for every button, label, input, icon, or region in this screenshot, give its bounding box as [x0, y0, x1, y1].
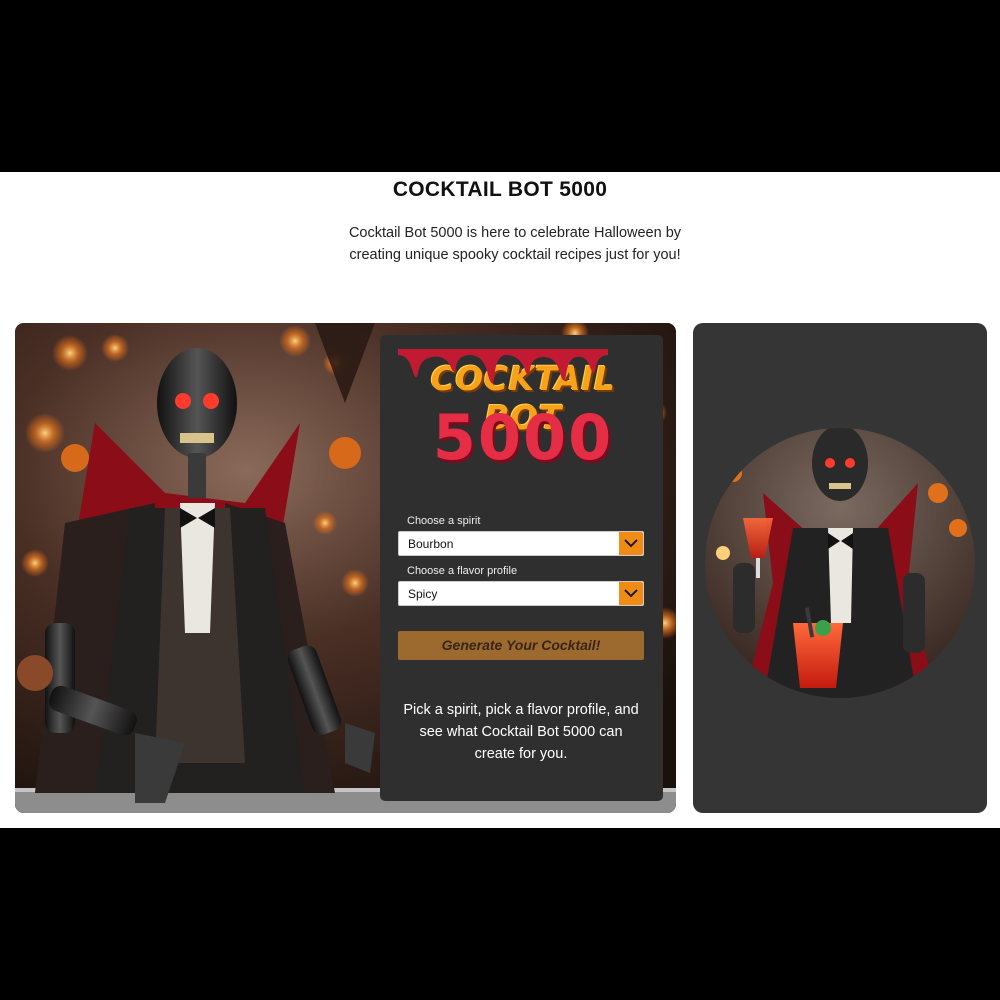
generate-cocktail-button[interactable]: Generate Your Cocktail!	[398, 631, 644, 660]
spirit-select-value: Bourbon	[408, 537, 454, 551]
logo-number: 5000	[432, 401, 614, 474]
flavor-label: Choose a flavor profile	[407, 565, 518, 577]
result-help-text: Pick a spirit, pick a flavor profile, an…	[403, 702, 639, 762]
chevron-down-icon	[624, 539, 638, 548]
cocktail-bot-logo: COCKTAIL BOT 5000	[398, 349, 648, 499]
spirit-select[interactable]: Bourbon	[398, 531, 644, 556]
spirit-select-arrow[interactable]	[619, 532, 643, 555]
flavor-select[interactable]: Spicy	[398, 581, 644, 606]
letterbox-top	[0, 0, 1000, 172]
chevron-down-icon	[624, 589, 638, 598]
cocktail-image-card	[693, 323, 987, 813]
page-title: COCKTAIL BOT 5000	[392, 178, 608, 201]
cocktail-form-panel: COCKTAIL BOT 5000 Choose a spirit Bourbo…	[380, 335, 663, 801]
intro-text: Cocktail Bot 5000 is here to celebrate H…	[348, 225, 682, 263]
hero-card: COCKTAIL BOT 5000 Choose a spirit Bourbo…	[15, 323, 676, 813]
spirit-label: Choose a spirit	[407, 515, 481, 527]
flavor-select-arrow[interactable]	[619, 582, 643, 605]
page: COCKTAIL BOT 5000 Cocktail Bot 5000 is h…	[0, 172, 1000, 828]
robot-cocktail-portrait	[705, 428, 975, 698]
blood-drip-decoration	[398, 349, 608, 384]
letterbox-bottom	[0, 828, 1000, 1000]
flavor-select-value: Spicy	[408, 587, 438, 601]
